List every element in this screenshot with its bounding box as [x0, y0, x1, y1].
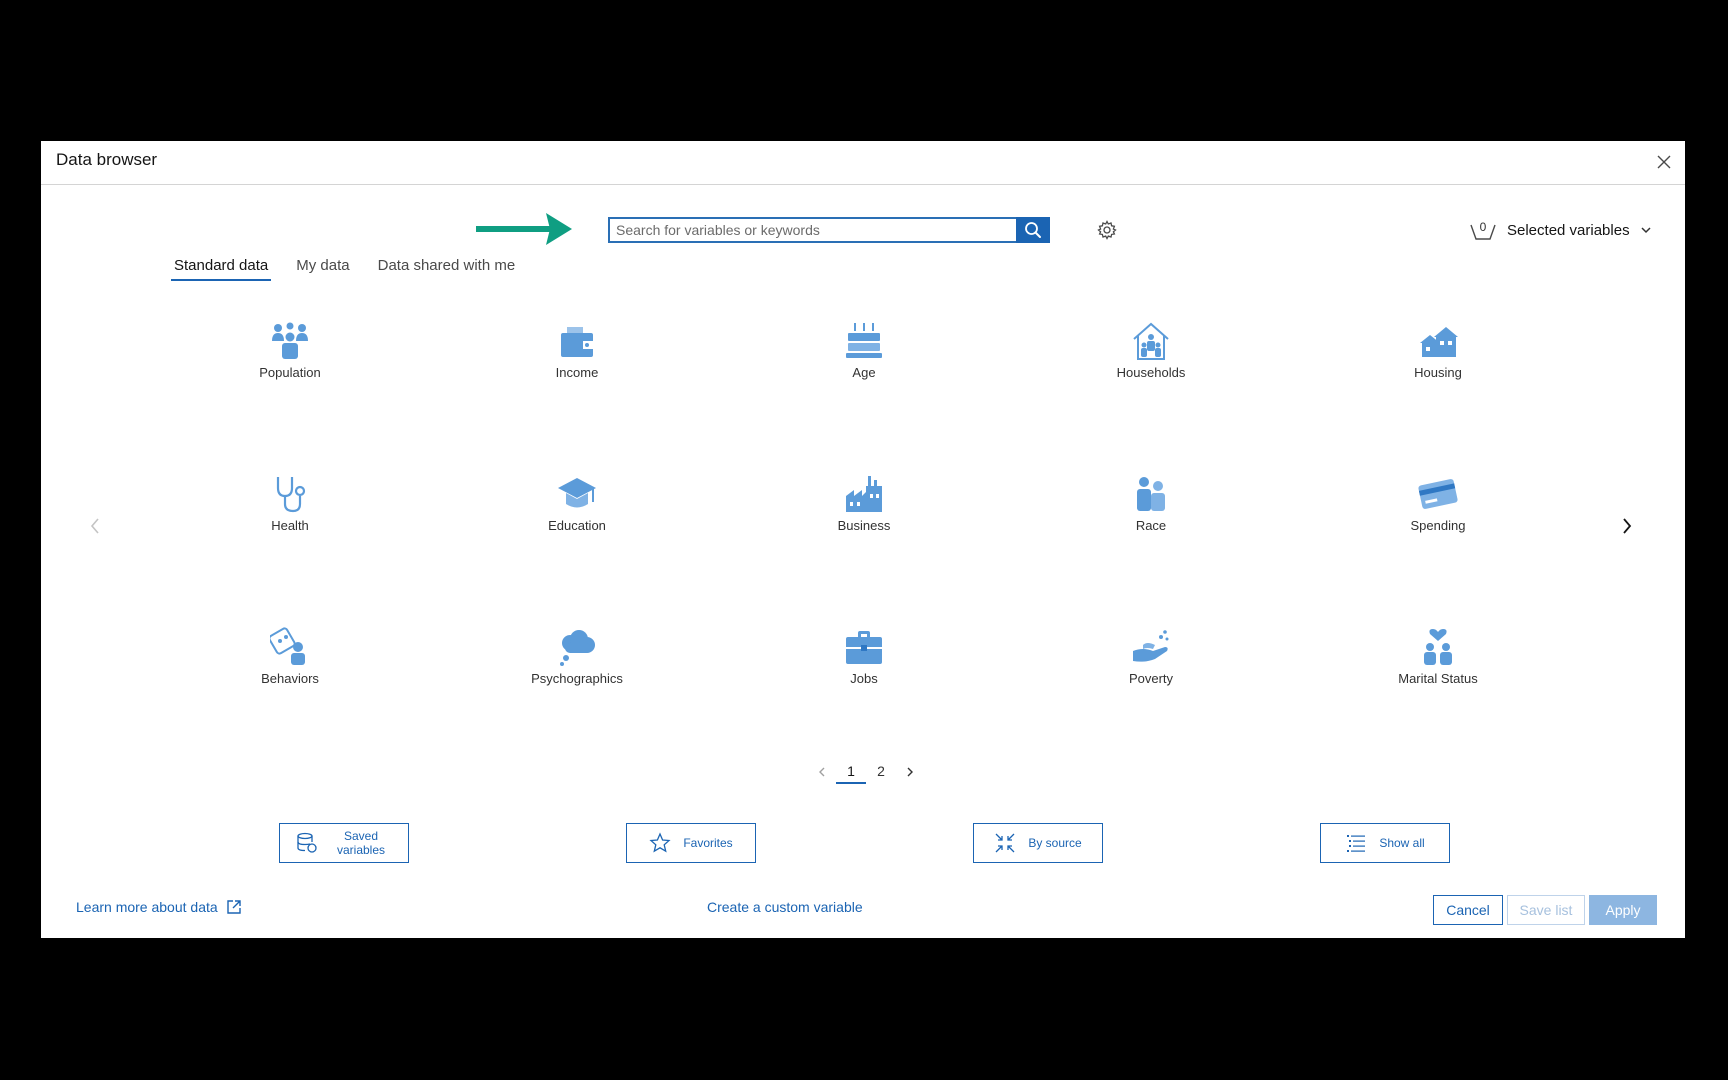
data-tabs: Standard data My data Data shared with m… — [171, 251, 518, 281]
category-income[interactable]: Income — [497, 321, 657, 411]
selected-variables-dropdown[interactable]: 0 Selected variables — [1469, 218, 1652, 242]
category-label: Education — [548, 518, 606, 533]
search-button[interactable] — [1016, 217, 1050, 243]
saved-variables-button[interactable]: Saved variables — [279, 823, 409, 863]
category-poverty[interactable]: Poverty — [1071, 627, 1231, 717]
chevron-down-icon — [1641, 227, 1651, 234]
population-icon — [272, 322, 308, 359]
external-link-icon — [226, 900, 241, 914]
category-race[interactable]: Race — [1071, 474, 1231, 564]
category-population[interactable]: Population — [210, 321, 370, 411]
category-behaviors[interactable]: Behaviors — [210, 627, 370, 717]
category-label: Households — [1116, 365, 1186, 380]
pagination: 1 2 — [808, 758, 924, 786]
category-health[interactable]: Health — [210, 474, 370, 564]
category-label: Business — [837, 518, 891, 533]
category-education[interactable]: Education — [497, 474, 657, 564]
category-psychographics[interactable]: Psychographics — [497, 627, 657, 717]
close-icon — [1657, 155, 1671, 169]
basket-icon: 0 — [1469, 219, 1497, 241]
favorites-label: Favorites — [683, 836, 733, 850]
favorites-button[interactable]: Favorites — [626, 823, 756, 863]
category-label: Spending — [1410, 518, 1466, 533]
search-settings-button[interactable] — [1096, 219, 1118, 241]
database-icon — [297, 832, 317, 853]
category-marital-status[interactable]: Marital Status — [1358, 627, 1518, 717]
category-label: Poverty — [1128, 671, 1174, 686]
category-label: Psychographics — [531, 671, 623, 686]
create-custom-variable-link[interactable]: Create a custom variable — [707, 899, 863, 915]
category-label: Race — [1135, 518, 1167, 533]
housing-icon — [1420, 327, 1458, 357]
saved-variables-label: Saved variables — [336, 829, 386, 857]
show-all-button[interactable]: Show all — [1320, 823, 1450, 863]
chevron-right-icon — [1623, 518, 1632, 534]
show-all-label: Show all — [1379, 836, 1425, 850]
behaviors-icon — [270, 627, 305, 665]
close-button[interactable] — [1651, 149, 1677, 175]
create-custom-variable-label: Create a custom variable — [707, 899, 863, 915]
households-icon — [1133, 322, 1169, 360]
tab-data-shared-with-me[interactable]: Data shared with me — [375, 251, 519, 281]
race-icon — [1137, 477, 1165, 511]
tab-standard-data[interactable]: Standard data — [171, 251, 272, 281]
carousel-prev-button[interactable] — [85, 513, 105, 539]
category-spending[interactable]: Spending — [1358, 474, 1518, 564]
education-icon — [558, 478, 596, 508]
health-icon — [276, 477, 306, 513]
category-label: Income — [555, 365, 599, 380]
tab-my-data[interactable]: My data — [293, 251, 352, 281]
jobs-icon — [846, 631, 882, 664]
category-jobs[interactable]: Jobs — [784, 627, 944, 717]
pagination-next-button[interactable] — [896, 758, 924, 786]
search-icon — [1025, 222, 1041, 238]
chevron-left-icon — [90, 518, 99, 534]
carousel-next-button[interactable] — [1617, 513, 1637, 539]
collapse-arrows-icon — [995, 833, 1015, 853]
category-housing[interactable]: Housing — [1358, 321, 1518, 411]
save-list-button[interactable]: Save list — [1507, 895, 1585, 925]
arrow-right-icon — [476, 213, 572, 245]
pagination-prev-button[interactable] — [808, 758, 836, 786]
category-label: Population — [259, 365, 321, 380]
age-icon — [846, 323, 882, 358]
category-label: Age — [852, 365, 876, 380]
learn-more-link[interactable]: Learn more about data — [76, 899, 242, 915]
apply-button[interactable]: Apply — [1589, 895, 1657, 925]
category-business[interactable]: Business — [784, 474, 944, 564]
search-bar — [608, 217, 1050, 243]
gear-icon — [1097, 220, 1117, 240]
category-label: Jobs — [850, 671, 878, 686]
category-label: Marital Status — [1398, 671, 1478, 686]
learn-more-label: Learn more about data — [76, 899, 218, 915]
page-2-button[interactable]: 2 — [866, 760, 896, 784]
by-source-label: By source — [1028, 836, 1082, 850]
star-icon — [649, 832, 671, 853]
marital-status-icon — [1424, 629, 1452, 665]
dialog-title: Data browser — [56, 150, 158, 169]
psychographics-icon — [560, 630, 595, 666]
poverty-icon — [1133, 630, 1169, 662]
data-browser-dialog: Data browser Search for variables or key… — [41, 141, 1685, 938]
business-icon — [846, 476, 882, 512]
category-age[interactable]: Age — [784, 321, 944, 411]
search-input[interactable] — [608, 217, 1016, 243]
category-label: Health — [271, 518, 309, 533]
category-label: Behaviors — [261, 671, 319, 686]
list-icon — [1347, 835, 1366, 852]
category-label: Housing — [1414, 365, 1462, 380]
chevron-left-icon — [819, 767, 825, 777]
selected-variables-label: Selected variables — [1507, 221, 1630, 239]
by-source-button[interactable]: By source — [973, 823, 1103, 863]
category-households[interactable]: Households — [1071, 321, 1231, 411]
spending-icon — [1418, 479, 1458, 509]
chevron-right-icon — [907, 767, 913, 777]
dialog-header: Data browser — [41, 141, 1685, 185]
selected-count: 0 — [1479, 220, 1487, 234]
income-icon — [561, 327, 593, 357]
page-1-button[interactable]: 1 — [836, 760, 866, 784]
cancel-button[interactable]: Cancel — [1433, 895, 1503, 925]
